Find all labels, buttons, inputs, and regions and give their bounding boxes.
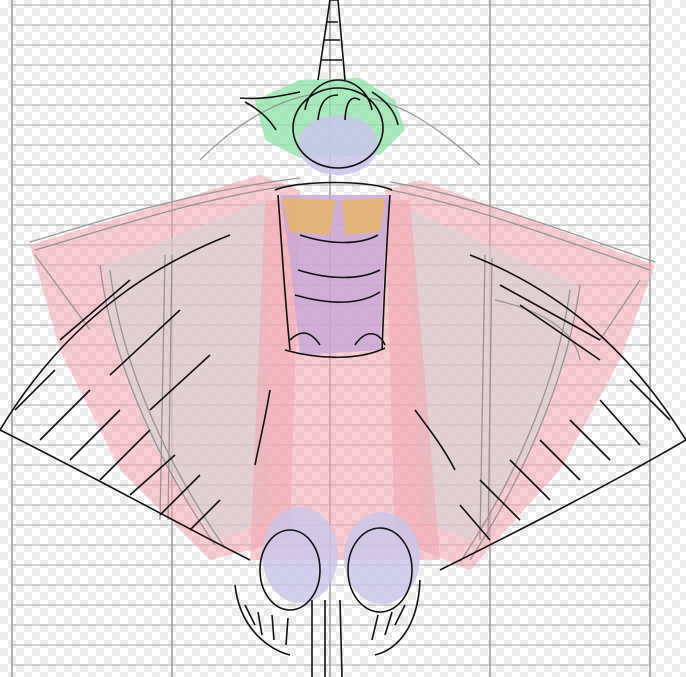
chest-fill-right xyxy=(342,198,385,235)
drawing-canvas[interactable] xyxy=(0,0,686,677)
head-fill xyxy=(298,115,378,175)
foot-fill-left xyxy=(262,507,338,603)
chest-fill xyxy=(282,198,335,235)
sketch-artwork xyxy=(0,0,686,677)
